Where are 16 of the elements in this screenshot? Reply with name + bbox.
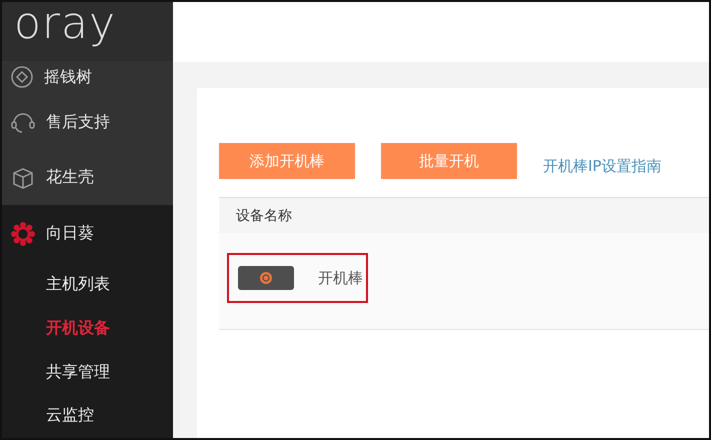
guide-link[interactable]: 开机棒IP设置指南 bbox=[543, 156, 662, 176]
sidebar-subitem[interactable]: 共享管理 bbox=[2, 350, 173, 394]
device-cell[interactable]: 开机棒 bbox=[227, 253, 368, 303]
sunflower-icon bbox=[10, 220, 36, 247]
column-header: 设备名称 bbox=[219, 198, 709, 233]
sidebar-subitem[interactable]: 主机列表 bbox=[2, 262, 173, 306]
device-name: 开机棒 bbox=[318, 268, 363, 288]
sidebar-subitem[interactable]: 开机设备 bbox=[2, 306, 173, 350]
coin-icon bbox=[10, 65, 34, 90]
sidebar-item[interactable]: 向日葵 bbox=[46, 223, 94, 244]
sidebar-item[interactable]: 售后支持 bbox=[46, 112, 110, 133]
logo: oray bbox=[2, 2, 173, 61]
sidebar-subitem[interactable]: 云监控 bbox=[2, 394, 173, 438]
sidebar-item[interactable]: 摇钱树 bbox=[44, 66, 92, 88]
sidebar-item[interactable]: 花生壳 bbox=[46, 167, 94, 188]
power-icon bbox=[259, 271, 273, 285]
